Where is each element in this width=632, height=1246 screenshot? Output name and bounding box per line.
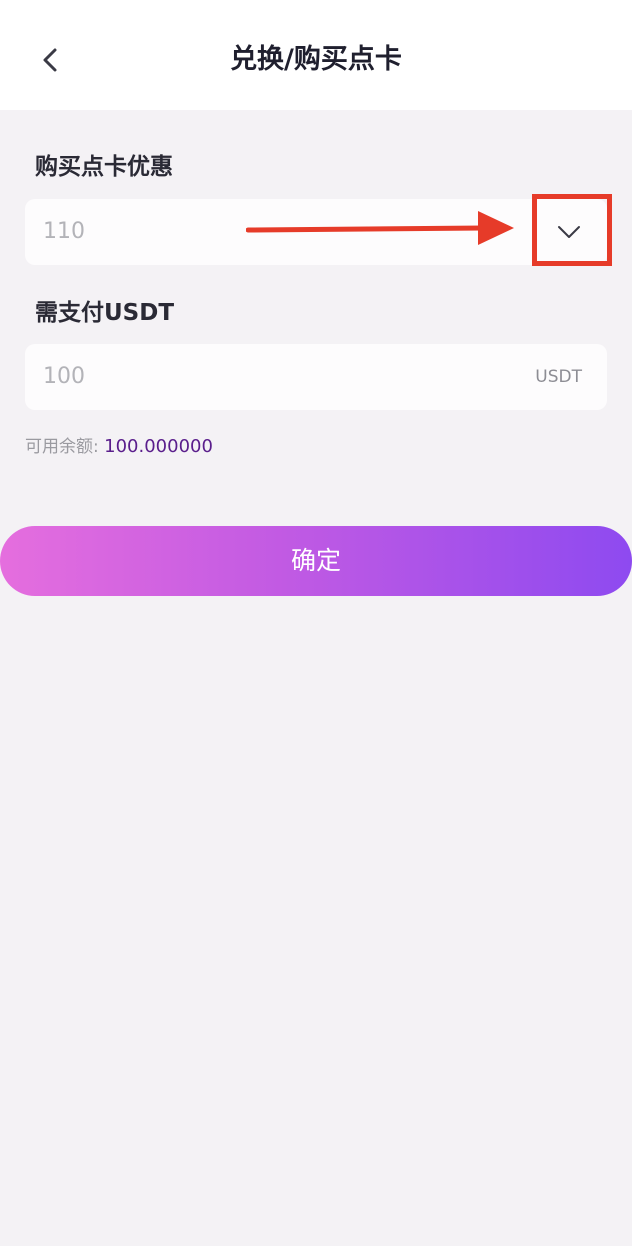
annotation-highlight-box: [532, 194, 612, 266]
payment-label: 需支付USDT: [35, 300, 175, 326]
payment-field[interactable]: 100 USDT: [25, 344, 607, 410]
discount-value: 110: [43, 219, 85, 244]
header-bar: 兑换/购买点卡: [0, 0, 632, 110]
page-title: 兑换/购买点卡: [230, 44, 402, 75]
discount-label: 购买点卡优惠: [35, 154, 173, 180]
balance-value: 100.000000: [104, 436, 213, 457]
annotation-arrow-icon: [246, 211, 514, 245]
balance-label: 可用余额:: [25, 437, 99, 457]
balance-row: 可用余额: 100.000000: [25, 432, 213, 457]
payment-value: 100: [43, 364, 85, 389]
payment-unit: USDT: [535, 367, 582, 387]
confirm-button[interactable]: 确定: [0, 526, 632, 596]
